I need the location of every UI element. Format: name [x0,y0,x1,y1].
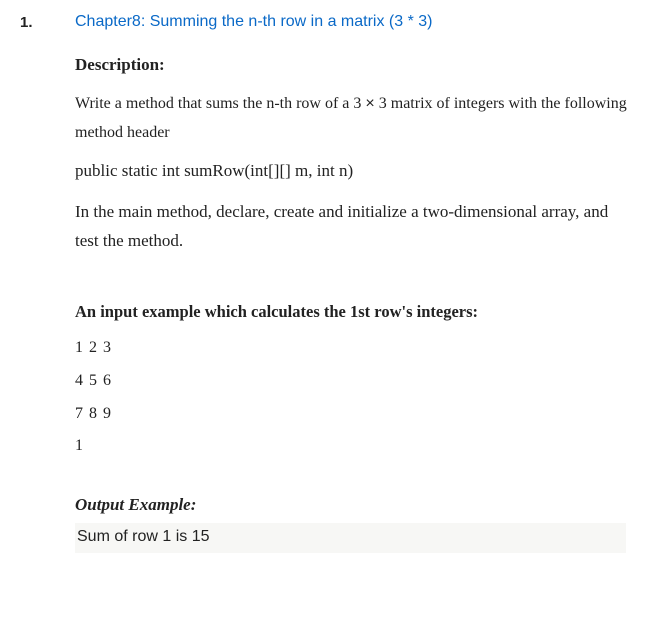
multiply-symbol: × [365,95,374,112]
spacer [75,266,628,302]
method-signature: public static int sumRow(int[][] m, int … [75,156,628,187]
description-paragraph-1: Write a method that sums the n-th row of… [75,89,628,148]
input-row: 4 5 6 [75,365,628,398]
spacer [75,463,628,495]
question-body: Chapter8: Summing the n-th row in a matr… [75,12,628,553]
question-number: 1. [20,12,75,31]
description-paragraph-2: In the main method, declare, create and … [75,197,628,257]
question-title-link[interactable]: Chapter8: Summing the n-th row in a matr… [75,12,628,33]
question-block: 1. Chapter8: Summing the n-th row in a m… [0,0,648,583]
input-row: 1 [75,430,628,463]
description-heading: Description: [75,55,628,75]
output-example-heading: Output Example: [75,495,628,515]
input-row: 1 2 3 [75,332,628,365]
input-example-heading: An input example which calculates the 1s… [75,302,628,322]
input-row: 7 8 9 [75,398,628,431]
output-example-line: Sum of row 1 is 15 [75,523,626,552]
desc1-a: Write a method that sums the n-th row of… [75,95,365,112]
